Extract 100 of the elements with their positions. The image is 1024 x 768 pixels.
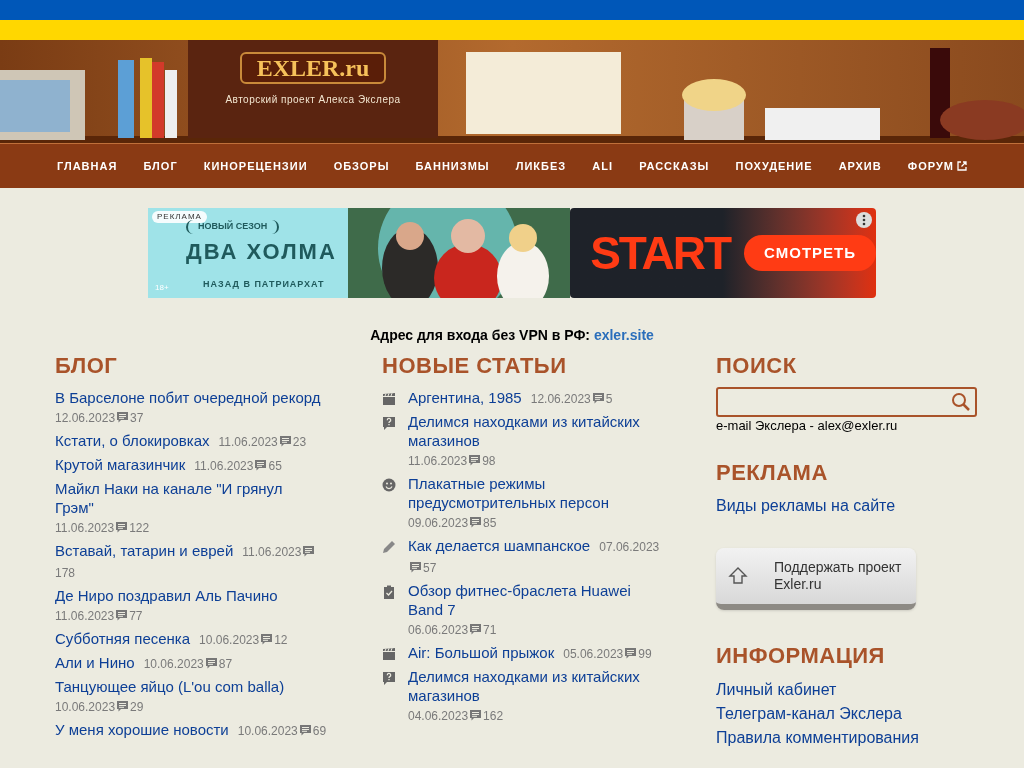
nav-link[interactable]: БАННИЗМЫ: [415, 157, 490, 175]
comment-icon: [117, 412, 129, 423]
post-link[interactable]: Кстати, о блокировках: [55, 431, 210, 450]
post-date: 11.06.2023: [242, 545, 302, 559]
post-link[interactable]: Аргентина, 1985: [408, 388, 522, 407]
post-date: 11.06.2023: [55, 521, 115, 535]
search-icon[interactable]: [951, 392, 971, 412]
comment-count: 23: [292, 435, 307, 449]
arrow-up-icon: [728, 566, 748, 586]
site-logo[interactable]: EXLER.ru: [256, 56, 370, 80]
post-link[interactable]: Танцующее яйцо (L'ou com balla): [55, 677, 285, 696]
post-date: 10.06.2023: [237, 724, 298, 738]
nav-link[interactable]: ЛИКБЕЗ: [515, 157, 567, 175]
section-heading: НОВЫЕ СТАТЬИ: [382, 352, 568, 380]
comment-count: 57: [423, 561, 437, 575]
comment-icon: [592, 393, 604, 404]
post-link[interactable]: Air: Большой прыжок: [408, 643, 555, 662]
pencil-icon: [382, 540, 396, 554]
comment-icon: [205, 658, 217, 669]
post-date: 10.06.2023: [143, 657, 204, 671]
comment-count: 162: [483, 709, 504, 723]
comment-count: 77: [129, 609, 143, 623]
comment-count: 85: [483, 516, 497, 530]
clapperboard-icon: [382, 392, 396, 406]
support-button[interactable]: Поддержать проект Exler.ru: [716, 548, 916, 610]
post-date: 11.06.2023: [408, 454, 468, 468]
comment-count: 5: [605, 392, 613, 406]
post-date: 12.06.2023: [55, 411, 116, 425]
post-date: 10.06.2023: [55, 700, 116, 714]
post-link[interactable]: Вставай, татарин и еврей: [55, 541, 234, 560]
post-link[interactable]: Де Ниро поздравил Аль Пачино: [55, 586, 278, 605]
comment-icon: [470, 624, 482, 635]
comment-icon: [410, 562, 421, 573]
post-link[interactable]: Делимся находками из китайских магазинов: [408, 667, 661, 705]
comment-icon: [470, 710, 482, 721]
clipboard-icon: [382, 585, 396, 599]
post-link[interactable]: Плакатные режимы предусмотрительных персон: [408, 474, 661, 512]
site-link[interactable]: exler.site: [593, 327, 654, 343]
post-link[interactable]: Как делается шампанское: [408, 536, 591, 555]
smiley-icon: [382, 478, 396, 492]
post-link[interactable]: Обзор фитнес-браслета Huawei Band 7: [408, 581, 661, 619]
comment-icon: [279, 436, 291, 447]
post-link[interactable]: В Барселоне побит очередной рекорд: [55, 388, 321, 407]
comment-count: 87: [218, 657, 233, 671]
ad-brand: START: [590, 230, 731, 276]
search-field[interactable]: [716, 387, 977, 417]
comment-count: 37: [130, 411, 144, 425]
post-link[interactable]: Делимся находками из китайских магазинов: [408, 412, 661, 450]
ad-season: НОВЫЙ СЕЗОН: [186, 220, 280, 234]
comment-icon: [625, 648, 637, 659]
comment-icon: [116, 522, 128, 533]
post-link[interactable]: Майкл Наки на канале "И грянул Грэм": [55, 479, 323, 517]
post-date: 11.06.2023: [218, 435, 278, 449]
comment-icon: [117, 701, 129, 712]
post-link[interactable]: Субботняя песенка: [55, 629, 191, 648]
comment-icon: [299, 725, 311, 736]
post-date: 07.06.2023: [599, 540, 660, 554]
comment-icon: [303, 546, 315, 557]
section-heading: ИНФОРМАЦИЯ: [716, 642, 886, 670]
post-date: 05.06.2023: [563, 647, 624, 661]
comment-count: 98: [482, 454, 496, 468]
nav-link[interactable]: ГЛАВНАЯ: [57, 157, 118, 175]
comment-icon: [469, 455, 481, 466]
nav-link[interactable]: ФОРУМ: [907, 157, 967, 175]
comment-count: 99: [638, 647, 652, 661]
post-date: 09.06.2023: [408, 516, 469, 530]
comment-count: 65: [268, 459, 282, 473]
nav-link[interactable]: АРХИВ: [838, 157, 882, 175]
post-date: 11.06.2023: [194, 459, 254, 473]
post-link[interactable]: У меня хорошие новости: [55, 720, 229, 739]
post-link[interactable]: Крутой магазинчик: [55, 455, 186, 474]
info-link[interactable]: Правила комментирования: [716, 726, 977, 750]
watch-button[interactable]: СМОТРЕТЬ: [744, 234, 876, 272]
post-link[interactable]: Али и Нино: [55, 653, 135, 672]
nav-link[interactable]: ОБЗОРЫ: [333, 157, 390, 175]
ad-label: РЕКЛАМА: [152, 211, 207, 223]
comment-count: 71: [483, 623, 497, 637]
comment-count: 122: [129, 521, 150, 535]
comment-icon: [116, 610, 128, 621]
nav-link[interactable]: РАССКАЗЫ: [639, 157, 710, 175]
notice-text: Адрес для входа без VPN в РФ:: [370, 327, 590, 343]
question-icon: [382, 416, 396, 430]
ads-link[interactable]: Виды рекламы на сайте: [716, 495, 977, 516]
post-date: 04.06.2023: [408, 709, 469, 723]
nav-link[interactable]: ALI: [592, 157, 614, 175]
nav-link[interactable]: ПОХУДЕНИЕ: [735, 157, 813, 175]
comment-icon: [261, 634, 273, 645]
more-icon[interactable]: [856, 212, 872, 228]
ad-subtitle: НАЗАД В ПАТРИАРХАТ: [203, 278, 325, 291]
comment-count: 12: [274, 633, 288, 647]
nav-link[interactable]: КИНОРЕЦЕНЗИИ: [203, 157, 308, 175]
info-link[interactable]: Личный кабинет: [716, 678, 977, 702]
question-icon: [382, 671, 396, 685]
info-link[interactable]: Телеграм-канал Экслера: [716, 702, 977, 726]
comment-count: 29: [130, 700, 144, 714]
age-rating: 18+: [155, 282, 169, 294]
post-date: 06.06.2023: [408, 623, 469, 637]
comment-count: 69: [312, 724, 327, 738]
post-date: 10.06.2023: [199, 633, 260, 647]
nav-link[interactable]: БЛОГ: [143, 157, 178, 175]
